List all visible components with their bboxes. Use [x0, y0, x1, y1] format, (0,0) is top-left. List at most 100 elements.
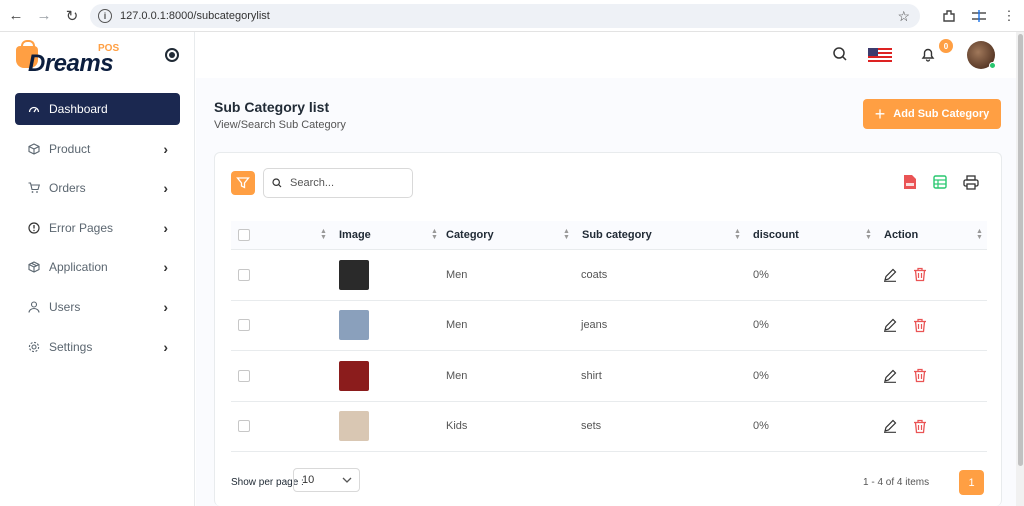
sort-icon[interactable]: ▲ ▼: [563, 228, 570, 241]
bell-icon[interactable]: [920, 46, 936, 62]
sidebar-item-error-pages[interactable]: Error Pages ›: [15, 212, 180, 244]
edit-icon[interactable]: [882, 368, 898, 384]
sidebar-item-label: Users: [49, 299, 81, 314]
sort-icon[interactable]: ▲ ▼: [734, 228, 741, 241]
sidebar-toggle-icon[interactable]: [165, 48, 179, 62]
column-header-category[interactable]: Category: [446, 221, 494, 249]
discount-cell: 0%: [753, 420, 769, 433]
excel-icon[interactable]: [931, 173, 949, 191]
notification-badge: 0: [939, 39, 953, 53]
edit-icon[interactable]: [882, 317, 898, 333]
page-subtitle: View/Search Sub Category: [214, 119, 346, 131]
sub-category-cell: shirt: [581, 369, 602, 382]
sort-icon[interactable]: ▲ ▼: [976, 228, 983, 241]
row-checkbox[interactable]: [238, 319, 250, 332]
user-icon: [27, 300, 41, 314]
sidebar-item-application[interactable]: Application ›: [15, 251, 180, 283]
filter-icon[interactable]: [231, 171, 255, 195]
category-cell: Kids: [446, 420, 468, 433]
trash-icon[interactable]: [912, 267, 928, 283]
row-checkbox[interactable]: [238, 268, 250, 281]
logo-sub: POS: [98, 43, 120, 54]
sidebar-item-orders[interactable]: Orders ›: [15, 172, 180, 204]
sidebar-menu: Dashboard Product › Orders › Error Pages…: [15, 93, 180, 370]
sub-category-table: ▲ ▼ Image ▲ ▼ Category ▲ ▼ Sub category ▲ ▼ …: [231, 221, 987, 452]
trash-icon[interactable]: [912, 317, 928, 333]
edit-icon[interactable]: [882, 267, 898, 283]
sidebar: Dreams POS Dashboard Product › Orders ›: [0, 32, 195, 506]
search-box[interactable]: [263, 168, 413, 198]
logo[interactable]: Dreams POS: [16, 40, 126, 77]
column-header-action[interactable]: Action: [884, 221, 918, 249]
search-icon: [272, 178, 282, 188]
chevron-right-icon: ›: [163, 298, 168, 315]
per-page-select[interactable]: 10: [293, 468, 360, 492]
discount-cell: 0%: [753, 319, 769, 332]
discount-cell: 0%: [753, 369, 769, 382]
search-input[interactable]: [290, 177, 400, 189]
top-header: 0: [196, 32, 1024, 78]
chevron-right-icon: ›: [163, 140, 168, 157]
row-checkbox[interactable]: [238, 369, 250, 382]
avatar[interactable]: [967, 41, 996, 69]
category-cell: Men: [446, 369, 468, 382]
us-flag-icon[interactable]: [868, 48, 892, 62]
sidebar-item-label: Product: [49, 141, 91, 156]
print-icon[interactable]: [962, 173, 980, 191]
sub-category-cell: sets: [581, 420, 602, 433]
page-title: Sub Category list: [214, 99, 330, 115]
trash-icon[interactable]: [912, 368, 928, 384]
site-info-icon[interactable]: i: [98, 9, 112, 23]
chevron-right-icon: ›: [163, 259, 168, 276]
sort-icon[interactable]: ▲ ▼: [865, 228, 872, 241]
sidebar-item-label: Dashboard: [49, 102, 108, 116]
sidebar-item-product[interactable]: Product ›: [15, 133, 180, 165]
chevron-right-icon: ›: [163, 180, 168, 197]
column-header-discount[interactable]: discount: [753, 221, 799, 249]
media-icon[interactable]: [964, 2, 994, 30]
pdf-icon[interactable]: [901, 173, 919, 191]
forward-arrow-icon[interactable]: →: [30, 2, 58, 30]
add-sub-category-button[interactable]: + Add Sub Category: [863, 99, 1001, 129]
address-bar[interactable]: i 127.0.0.1:8000/subcategorylist ☆: [90, 4, 920, 28]
sidebar-item-dashboard[interactable]: Dashboard: [15, 93, 180, 125]
online-status-dot: [989, 62, 996, 69]
search-icon[interactable]: [832, 46, 848, 62]
page-content: Sub Category list View/Search Sub Catego…: [196, 78, 1024, 506]
back-arrow-icon[interactable]: ←: [2, 2, 30, 30]
table-row: Men shirt 0%: [231, 351, 987, 402]
category-cell: Men: [446, 268, 468, 281]
browser-menu-icon[interactable]: ⋮: [994, 2, 1024, 30]
bookmark-star-icon[interactable]: ☆: [897, 8, 910, 25]
column-header-sub-category[interactable]: Sub category: [582, 221, 652, 249]
column-header-image[interactable]: Image: [339, 221, 371, 249]
sidebar-item-label: Orders: [49, 181, 86, 196]
scrollbar-thumb[interactable]: [1018, 34, 1023, 466]
logo-text: Dreams: [28, 50, 114, 77]
per-page-value: 10: [302, 474, 315, 486]
discount-cell: 0%: [753, 268, 769, 281]
sidebar-item-label: Settings: [49, 339, 93, 354]
sub-category-cell: coats: [581, 268, 608, 281]
url-text: 127.0.0.1:8000/subcategorylist: [120, 10, 270, 22]
items-info: 1 - 4 of 4 items: [863, 477, 930, 488]
sidebar-item-settings[interactable]: Settings ›: [15, 331, 180, 363]
sidebar-item-users[interactable]: Users ›: [15, 291, 180, 323]
sort-icon[interactable]: ▲ ▼: [431, 228, 438, 241]
pagination-page-1[interactable]: 1: [959, 470, 984, 495]
table-row: Men coats 0%: [231, 250, 987, 301]
gear-icon: [27, 340, 41, 354]
sub-category-cell: jeans: [581, 319, 608, 332]
product-thumbnail: [339, 411, 369, 442]
reload-icon[interactable]: ↻: [58, 2, 86, 30]
sort-icon[interactable]: ▲ ▼: [320, 228, 327, 241]
cart-icon: [27, 181, 41, 195]
trash-icon[interactable]: [912, 418, 928, 434]
product-thumbnail: [339, 360, 369, 391]
chevron-down-icon: [342, 477, 352, 483]
row-checkbox[interactable]: [238, 420, 250, 433]
chevron-right-icon: ›: [163, 219, 168, 236]
extensions-icon[interactable]: [934, 2, 964, 30]
edit-icon[interactable]: [882, 418, 898, 434]
select-all-checkbox[interactable]: [238, 229, 250, 241]
